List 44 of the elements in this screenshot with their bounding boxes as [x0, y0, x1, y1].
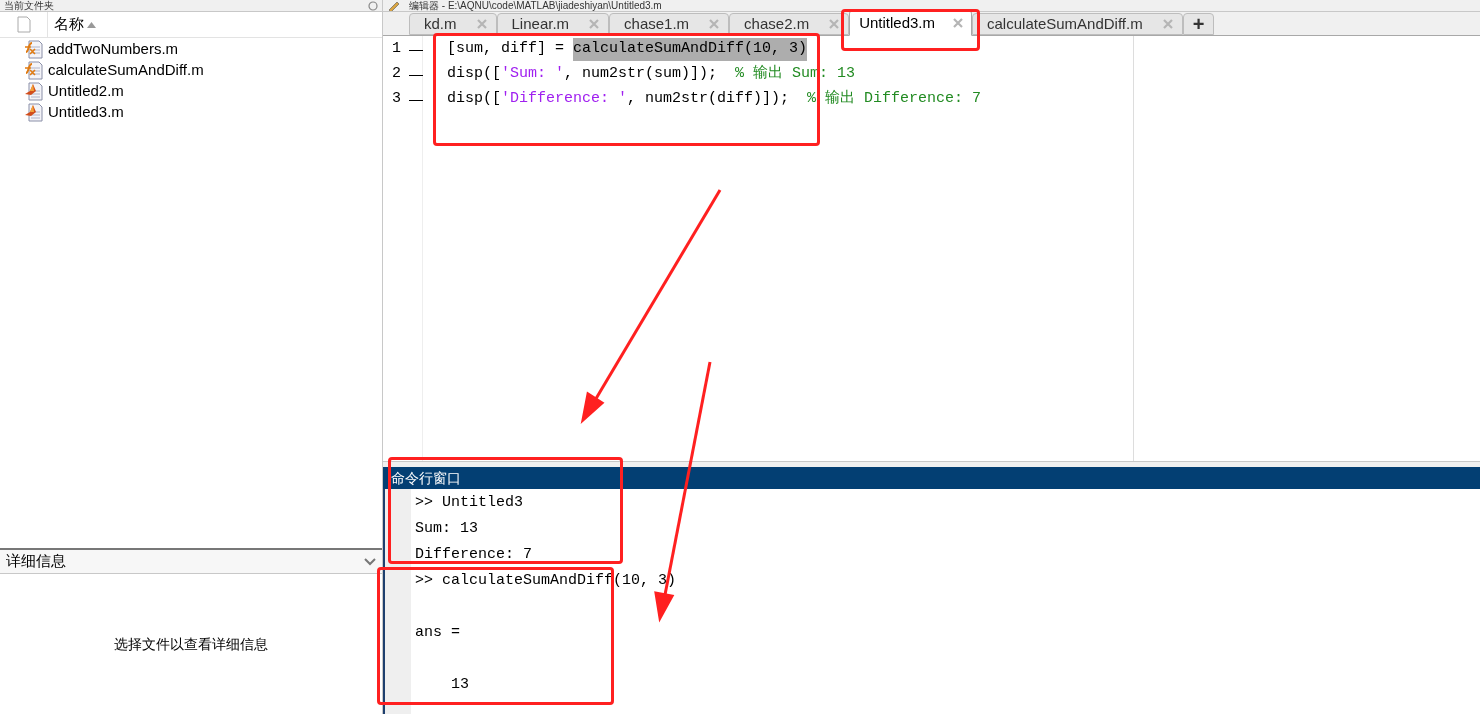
script-file-icon	[24, 103, 44, 122]
line-number: 2	[392, 64, 401, 85]
editor-tab[interactable]: Untitled3.m	[849, 10, 973, 36]
editor-tab[interactable]: chase1.m	[609, 13, 730, 35]
editor-tab[interactable]: calculateSumAndDiff.m	[972, 13, 1183, 35]
file-item[interactable]: calculateSumAndDiff.m	[0, 60, 382, 81]
line-number: 1	[392, 39, 401, 60]
console-line: Difference: 7	[415, 545, 534, 565]
console-line: Sum: 13	[415, 519, 479, 539]
details-header[interactable]: 详细信息	[0, 550, 382, 574]
close-icon[interactable]	[829, 19, 840, 29]
function-file-icon	[24, 40, 44, 59]
details-message: 选择文件以查看详细信息	[114, 634, 268, 654]
new-tab-button[interactable]: +	[1182, 13, 1215, 35]
panel-title: 当前文件夹	[4, 0, 54, 12]
line-number: 3	[392, 89, 401, 110]
line-marker: —	[409, 90, 423, 109]
file-item[interactable]: Untitled3.m	[0, 102, 382, 123]
code-line: [sum, diff] = calculateSumAndDiff(10, 3)	[447, 37, 1133, 62]
close-icon[interactable]	[589, 19, 600, 29]
line-marker: —	[409, 65, 423, 84]
command-window-title: 命令行窗口	[391, 468, 461, 488]
file-icon	[16, 16, 31, 33]
code-line: disp(['Difference: ', num2str(diff)]); % 输出 Difference: 7	[447, 88, 983, 110]
console-line: >> Untitled3	[415, 493, 525, 513]
editor-tab[interactable]: kd.m	[409, 13, 497, 35]
editor-tab[interactable]: chase2.m	[729, 13, 850, 35]
column-label[interactable]: 名称	[54, 13, 84, 36]
sort-ascending-icon	[87, 21, 96, 28]
file-item[interactable]: addTwoNumbers.m	[0, 39, 382, 60]
line-marker: —	[409, 40, 423, 59]
chevron-down-icon[interactable]	[364, 557, 376, 566]
console-line: 13	[450, 675, 470, 695]
close-icon[interactable]	[476, 19, 487, 29]
close-icon[interactable]	[709, 19, 720, 29]
panel-menu-icon[interactable]	[368, 0, 378, 11]
function-file-icon	[24, 61, 44, 80]
details-title: 详细信息	[6, 551, 66, 572]
close-icon[interactable]	[953, 18, 964, 28]
close-icon[interactable]	[1162, 19, 1173, 29]
editor-title: 编辑器 - E:\AQNU\code\MATLAB\jiadeshiyan\Untitled3.m	[409, 0, 662, 12]
console-line: ans =	[415, 623, 461, 643]
file-item[interactable]: Untitled2.m	[0, 81, 382, 102]
script-file-icon	[24, 82, 44, 101]
